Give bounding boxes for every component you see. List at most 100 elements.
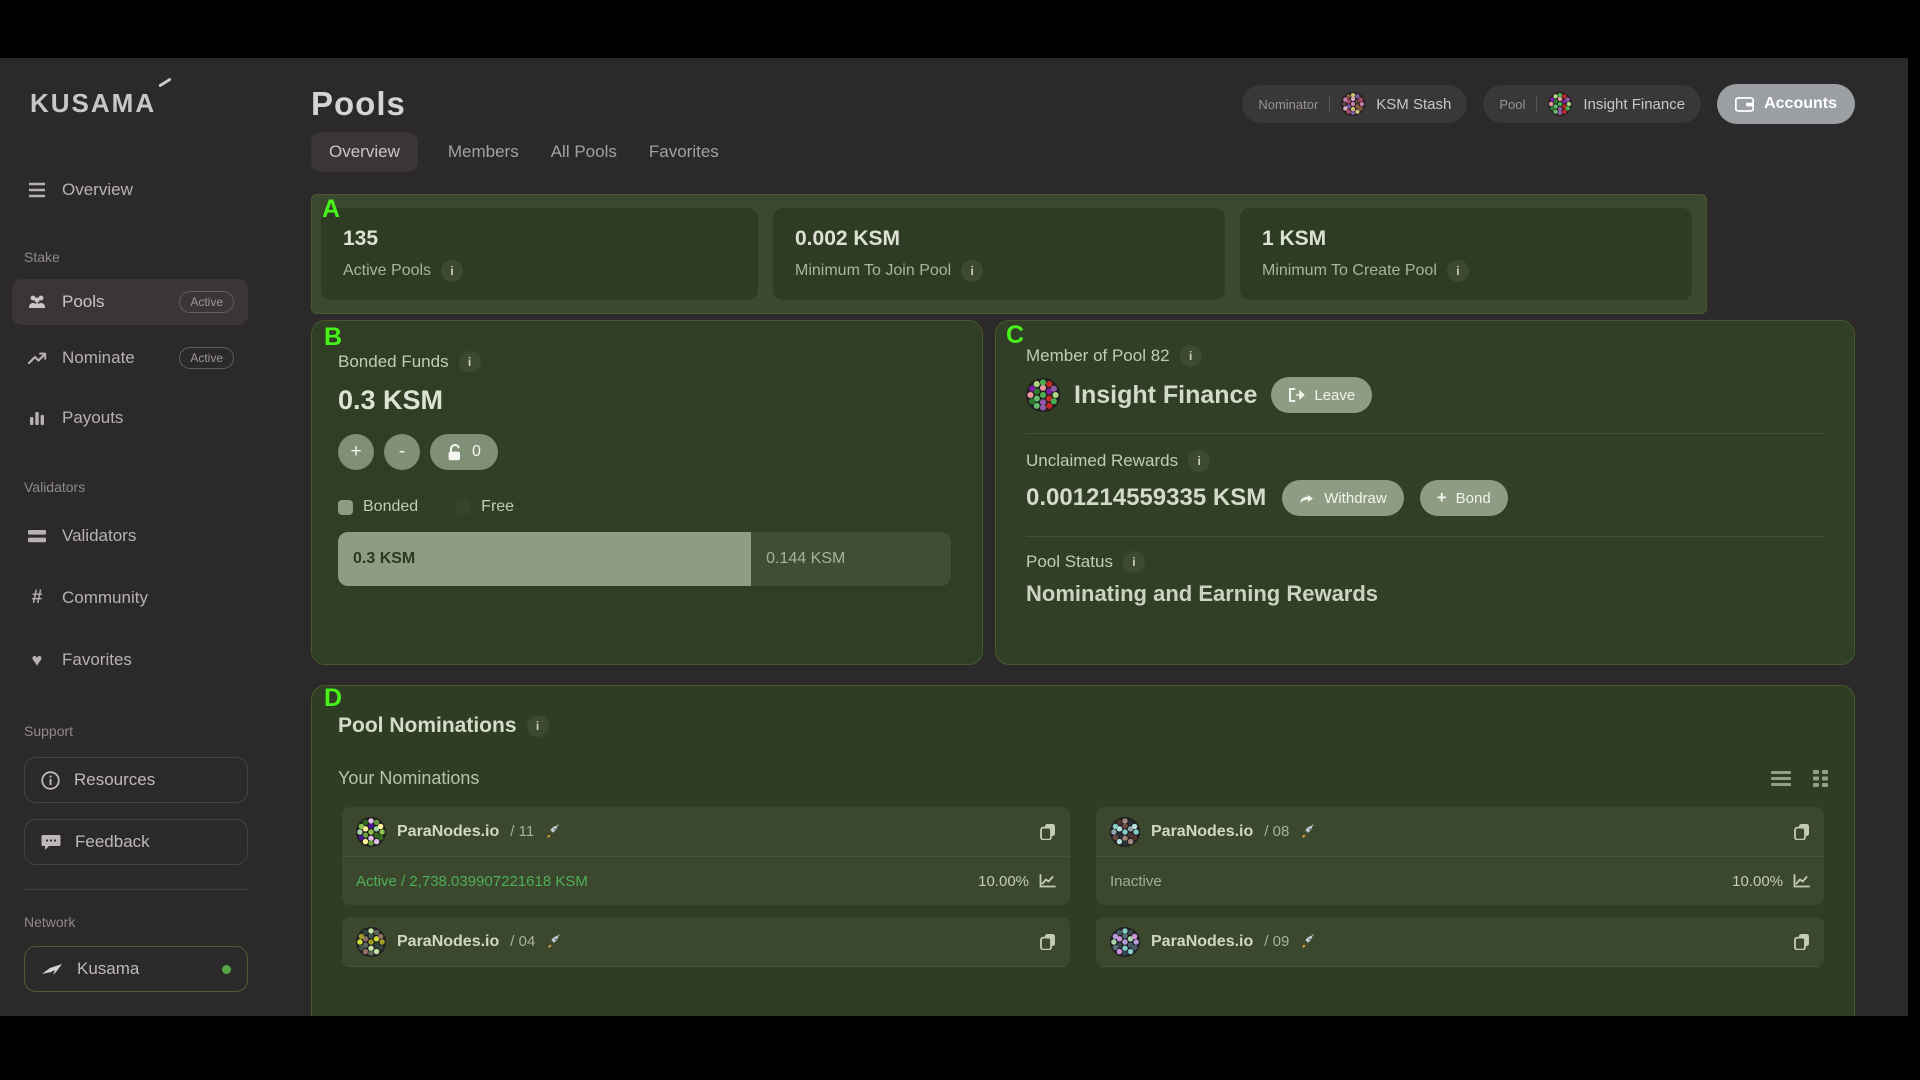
chart-icon[interactable] [1793,874,1810,888]
info-icon[interactable]: i [961,260,983,282]
withdraw-icon [1299,491,1315,505]
unclaimed-rewards-value: 0.001214559335 KSM [1026,484,1266,512]
heart-icon: ♥ [26,650,48,671]
feedback-label: Feedback [75,832,150,852]
stat-value: 1 KSM [1262,227,1670,251]
sidebar-item-validators[interactable]: Validators [12,513,248,559]
stat-card-active-pools: 135 Active Pools i [321,208,758,300]
leave-pool-button[interactable]: Leave [1271,377,1372,413]
annotation-label-b: B [324,323,342,352]
bonded-bar-segment: 0.3 KSM [338,532,751,586]
pool-identicon [1548,92,1572,116]
info-icon[interactable]: i [1188,450,1210,472]
pool-label: Pool [1499,97,1525,112]
validator-sub-id: / 08 [1264,823,1289,840]
tab-favorites[interactable]: Favorites [647,132,721,172]
info-icon[interactable]: i [1447,260,1469,282]
unbond-button[interactable]: - [384,434,420,470]
info-icon[interactable]: i [441,260,463,282]
leave-button-label: Leave [1314,387,1355,404]
page-header: Pools Nominator KSM Stash Pool Insight F… [311,84,1855,124]
copy-address-icon[interactable] [1040,933,1056,950]
sidebar-item-pools[interactable]: Pools Active [12,279,248,325]
feedback-button[interactable]: Feedback [24,819,248,865]
nomination-card: ParaNodes.io / 04 [342,917,1070,967]
bond-rewards-button[interactable]: + Bond [1420,480,1508,516]
unlocking-count: 0 [472,443,481,461]
info-icon[interactable]: i [527,715,549,737]
sidebar: KUSAMA Overview Stake Pools Active Nomin… [0,58,270,1016]
sidebar-section-validators: Validators [24,479,252,495]
grid-view-icon[interactable] [1813,770,1828,787]
list-view-icon[interactable] [1771,771,1791,786]
sidebar-item-community[interactable]: # Community [12,575,248,621]
stat-value: 135 [343,227,736,251]
nominations-grid: ParaNodes.io / 11 Active / 2,738.0399072… [338,807,1828,967]
nominate-icon [26,351,48,365]
bonded-funds-title: Bonded Funds [338,352,449,372]
tab-members[interactable]: Members [446,132,521,172]
info-icon[interactable]: i [1180,345,1202,367]
nominator-account-pill[interactable]: Nominator KSM Stash [1242,85,1467,123]
pools-icon [26,294,48,310]
bonded-free-bar: 0.3 KSM 0.144 KSM [338,532,951,586]
stat-card-min-join: 0.002 KSM Minimum To Join Pool i [773,208,1225,300]
bond-button-label: Bond [1456,490,1491,507]
kusama-logo-accent [158,78,171,88]
membership-title: Member of Pool 82 [1026,346,1170,366]
rocket-icon [1300,824,1315,839]
rocket-icon [546,934,561,949]
info-icon[interactable]: i [459,351,481,373]
pill-divider [1536,95,1537,113]
tab-all-pools[interactable]: All Pools [549,132,619,172]
copy-address-icon[interactable] [1794,933,1810,950]
info-icon[interactable]: i [1123,551,1145,573]
leave-icon [1288,388,1305,402]
wallet-icon [1735,97,1754,112]
bond-more-button[interactable]: + [338,434,374,470]
legend-free[interactable]: Free [456,498,514,516]
sidebar-item-label: Payouts [62,408,123,428]
legend-bonded[interactable]: Bonded [338,498,418,516]
pool-account-name: Insight Finance [1583,96,1685,113]
copy-address-icon[interactable] [1040,823,1056,840]
sidebar-item-favorites[interactable]: ♥ Favorites [12,637,248,683]
resources-button[interactable]: Resources [24,757,248,803]
plus-icon: + [1437,488,1447,508]
kusama-logo: KUSAMA [30,88,252,119]
pool-identicon [1026,378,1060,412]
network-label: Kusama [77,959,139,979]
validator-name: ParaNodes.io [397,823,499,841]
stat-card-min-create: 1 KSM Minimum To Create Pool i [1240,208,1692,300]
network-selector-kusama[interactable]: Kusama [24,946,248,992]
pool-nominations-title: Pool Nominations [338,714,517,738]
sidebar-item-nominate[interactable]: Nominate Active [12,335,248,381]
validator-sub-id: / 09 [1264,933,1289,950]
sidebar-item-label: Validators [62,526,136,546]
sidebar-item-payouts[interactable]: Payouts [12,395,248,441]
stat-label: Active Pools [343,262,431,280]
chart-icon[interactable] [1039,874,1056,888]
sidebar-section-network: Network [24,914,252,930]
bonded-funds-card: B Bonded Funds i 0.3 KSM + - 0 [311,320,983,665]
nominator-label: Nominator [1258,97,1318,112]
sidebar-item-label: Nominate [62,348,135,368]
accounts-button[interactable]: Accounts [1717,84,1855,124]
validator-identicon [356,817,386,847]
withdraw-button[interactable]: Withdraw [1282,480,1404,516]
unclaimed-rewards-title: Unclaimed Rewards [1026,451,1178,471]
sidebar-item-overview[interactable]: Overview [12,167,248,213]
nomination-card: ParaNodes.io / 11 Active / 2,738.0399072… [342,807,1070,905]
accounts-button-label: Accounts [1764,95,1837,113]
copy-address-icon[interactable] [1794,823,1810,840]
pool-nominations-card: D Pool Nominations i Your Nominations [311,685,1855,1016]
validator-sub-id: / 04 [510,933,535,950]
unlocking-button[interactable]: 0 [430,434,498,470]
sidebar-item-label: Pools [62,292,105,312]
sidebar-section-support: Support [24,723,252,739]
pool-account-pill[interactable]: Pool Insight Finance [1483,85,1701,123]
legend-bonded-label: Bonded [363,498,418,516]
sidebar-item-label: Overview [62,180,133,200]
tab-overview[interactable]: Overview [311,132,418,172]
validator-name: ParaNodes.io [1151,823,1253,841]
